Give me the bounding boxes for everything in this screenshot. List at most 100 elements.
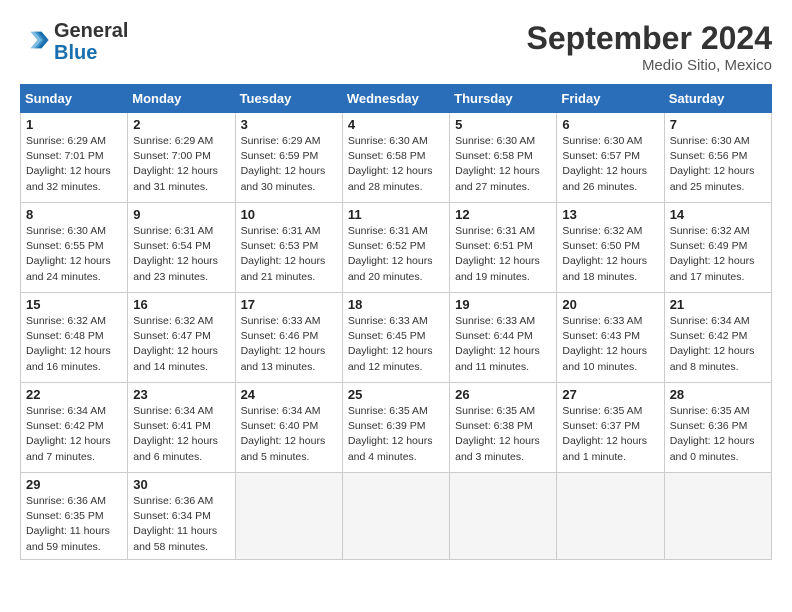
day-info: Sunrise: 6:33 AM Sunset: 6:46 PM Dayligh…: [241, 314, 337, 375]
day-info: Sunrise: 6:29 AM Sunset: 6:59 PM Dayligh…: [241, 134, 337, 195]
calendar-cell: 11 Sunrise: 6:31 AM Sunset: 6:52 PM Dayli…: [342, 203, 449, 293]
calendar-table: SundayMondayTuesdayWednesdayThursdayFrid…: [20, 84, 772, 560]
day-info: Sunrise: 6:31 AM Sunset: 6:51 PM Dayligh…: [455, 224, 551, 285]
calendar-cell: 3 Sunrise: 6:29 AM Sunset: 6:59 PM Daylig…: [235, 113, 342, 203]
day-info: Sunrise: 6:34 AM Sunset: 6:42 PM Dayligh…: [670, 314, 766, 375]
day-info: Sunrise: 6:33 AM Sunset: 6:45 PM Dayligh…: [348, 314, 444, 375]
calendar-cell: 30 Sunrise: 6:36 AM Sunset: 6:34 PM Dayli…: [128, 473, 235, 560]
calendar-cell: 28 Sunrise: 6:35 AM Sunset: 6:36 PM Dayli…: [664, 383, 771, 473]
day-number: 29: [26, 477, 122, 492]
day-info: Sunrise: 6:32 AM Sunset: 6:48 PM Dayligh…: [26, 314, 122, 375]
calendar-cell: 9 Sunrise: 6:31 AM Sunset: 6:54 PM Daylig…: [128, 203, 235, 293]
calendar-cell: 2 Sunrise: 6:29 AM Sunset: 7:00 PM Daylig…: [128, 113, 235, 203]
day-info: Sunrise: 6:36 AM Sunset: 6:34 PM Dayligh…: [133, 494, 229, 555]
weekday-header-saturday: Saturday: [664, 85, 771, 113]
calendar-cell: 8 Sunrise: 6:30 AM Sunset: 6:55 PM Daylig…: [21, 203, 128, 293]
day-number: 2: [133, 117, 229, 132]
weekday-header-friday: Friday: [557, 85, 664, 113]
day-number: 8: [26, 207, 122, 222]
logo: General Blue: [20, 20, 128, 64]
day-number: 3: [241, 117, 337, 132]
day-info: Sunrise: 6:33 AM Sunset: 6:43 PM Dayligh…: [562, 314, 658, 375]
calendar-header-row: SundayMondayTuesdayWednesdayThursdayFrid…: [21, 85, 772, 113]
day-info: Sunrise: 6:33 AM Sunset: 6:44 PM Dayligh…: [455, 314, 551, 375]
calendar-cell: 21 Sunrise: 6:34 AM Sunset: 6:42 PM Dayli…: [664, 293, 771, 383]
week-row-1: 1 Sunrise: 6:29 AM Sunset: 7:01 PM Daylig…: [21, 113, 772, 203]
day-number: 27: [562, 387, 658, 402]
calendar-cell: [557, 473, 664, 560]
day-number: 15: [26, 297, 122, 312]
weekday-header-tuesday: Tuesday: [235, 85, 342, 113]
day-info: Sunrise: 6:36 AM Sunset: 6:35 PM Dayligh…: [26, 494, 122, 555]
day-number: 9: [133, 207, 229, 222]
calendar-cell: 22 Sunrise: 6:34 AM Sunset: 6:42 PM Dayli…: [21, 383, 128, 473]
day-info: Sunrise: 6:29 AM Sunset: 7:01 PM Dayligh…: [26, 134, 122, 195]
calendar-cell: 15 Sunrise: 6:32 AM Sunset: 6:48 PM Dayli…: [21, 293, 128, 383]
calendar-cell: 18 Sunrise: 6:33 AM Sunset: 6:45 PM Dayli…: [342, 293, 449, 383]
calendar-cell: 19 Sunrise: 6:33 AM Sunset: 6:44 PM Dayli…: [450, 293, 557, 383]
day-number: 20: [562, 297, 658, 312]
calendar-cell: 16Sunrise: 6:32 AM Sunset: 6:47 PM Dayli…: [128, 293, 235, 383]
logo-icon: [22, 26, 50, 54]
day-number: 19: [455, 297, 551, 312]
week-row-3: 15 Sunrise: 6:32 AM Sunset: 6:48 PM Dayli…: [21, 293, 772, 383]
month-title: September 2024: [527, 20, 772, 57]
day-number: 22: [26, 387, 122, 402]
calendar-cell: 5 Sunrise: 6:30 AM Sunset: 6:58 PM Daylig…: [450, 113, 557, 203]
day-info: Sunrise: 6:31 AM Sunset: 6:54 PM Dayligh…: [133, 224, 229, 285]
day-info: Sunrise: 6:29 AM Sunset: 7:00 PM Dayligh…: [133, 134, 229, 195]
day-number: 25: [348, 387, 444, 402]
day-number: 10: [241, 207, 337, 222]
calendar-cell: 17 Sunrise: 6:33 AM Sunset: 6:46 PM Dayli…: [235, 293, 342, 383]
day-info: Sunrise: 6:32 AM Sunset: 6:49 PM Dayligh…: [670, 224, 766, 285]
calendar-cell: 27 Sunrise: 6:35 AM Sunset: 6:37 PM Dayli…: [557, 383, 664, 473]
day-info: Sunrise: 6:30 AM Sunset: 6:55 PM Dayligh…: [26, 224, 122, 285]
day-number: 1: [26, 117, 122, 132]
location-subtitle: Medio Sitio, Mexico: [527, 57, 772, 74]
calendar-cell: 24 Sunrise: 6:34 AM Sunset: 6:40 PM Dayli…: [235, 383, 342, 473]
day-number: 12: [455, 207, 551, 222]
day-info: Sunrise: 6:34 AM Sunset: 6:41 PM Dayligh…: [133, 404, 229, 465]
day-info: Sunrise: 6:35 AM Sunset: 6:39 PM Dayligh…: [348, 404, 444, 465]
week-row-4: 22 Sunrise: 6:34 AM Sunset: 6:42 PM Dayli…: [21, 383, 772, 473]
day-number: 6: [562, 117, 658, 132]
day-number: 11: [348, 207, 444, 222]
day-info: Sunrise: 6:32 AM Sunset: 6:50 PM Dayligh…: [562, 224, 658, 285]
day-info: Sunrise: 6:35 AM Sunset: 6:36 PM Dayligh…: [670, 404, 766, 465]
day-number: 16: [133, 297, 229, 312]
calendar-cell: 23Sunrise: 6:34 AM Sunset: 6:41 PM Dayli…: [128, 383, 235, 473]
calendar-cell: 10Sunrise: 6:31 AM Sunset: 6:53 PM Dayli…: [235, 203, 342, 293]
week-row-5: 29 Sunrise: 6:36 AM Sunset: 6:35 PM Dayli…: [21, 473, 772, 560]
calendar-cell: 12 Sunrise: 6:31 AM Sunset: 6:51 PM Dayli…: [450, 203, 557, 293]
title-block: September 2024 Medio Sitio, Mexico: [527, 20, 772, 74]
day-info: Sunrise: 6:30 AM Sunset: 6:58 PM Dayligh…: [455, 134, 551, 195]
logo-line1: General: [54, 20, 128, 42]
weekday-header-thursday: Thursday: [450, 85, 557, 113]
day-info: Sunrise: 6:34 AM Sunset: 6:42 PM Dayligh…: [26, 404, 122, 465]
calendar-cell: [235, 473, 342, 560]
day-number: 26: [455, 387, 551, 402]
calendar-cell: 6Sunrise: 6:30 AM Sunset: 6:57 PM Daylig…: [557, 113, 664, 203]
day-info: Sunrise: 6:30 AM Sunset: 6:56 PM Dayligh…: [670, 134, 766, 195]
calendar-cell: [664, 473, 771, 560]
day-number: 14: [670, 207, 766, 222]
calendar-cell: 26Sunrise: 6:35 AM Sunset: 6:38 PM Dayli…: [450, 383, 557, 473]
day-number: 13: [562, 207, 658, 222]
day-info: Sunrise: 6:31 AM Sunset: 6:52 PM Dayligh…: [348, 224, 444, 285]
day-number: 17: [241, 297, 337, 312]
day-number: 5: [455, 117, 551, 132]
calendar-cell: 13 Sunrise: 6:32 AM Sunset: 6:50 PM Dayli…: [557, 203, 664, 293]
day-number: 24: [241, 387, 337, 402]
day-number: 30: [133, 477, 229, 492]
calendar-cell: 1 Sunrise: 6:29 AM Sunset: 7:01 PM Daylig…: [21, 113, 128, 203]
day-number: 21: [670, 297, 766, 312]
page-header: General Blue September 2024 Medio Sitio,…: [20, 20, 772, 74]
weekday-header-sunday: Sunday: [21, 85, 128, 113]
day-number: 18: [348, 297, 444, 312]
day-info: Sunrise: 6:35 AM Sunset: 6:37 PM Dayligh…: [562, 404, 658, 465]
calendar-cell: 25 Sunrise: 6:35 AM Sunset: 6:39 PM Dayli…: [342, 383, 449, 473]
logo-line2: Blue: [54, 42, 128, 64]
day-info: Sunrise: 6:34 AM Sunset: 6:40 PM Dayligh…: [241, 404, 337, 465]
day-number: 7: [670, 117, 766, 132]
day-number: 28: [670, 387, 766, 402]
